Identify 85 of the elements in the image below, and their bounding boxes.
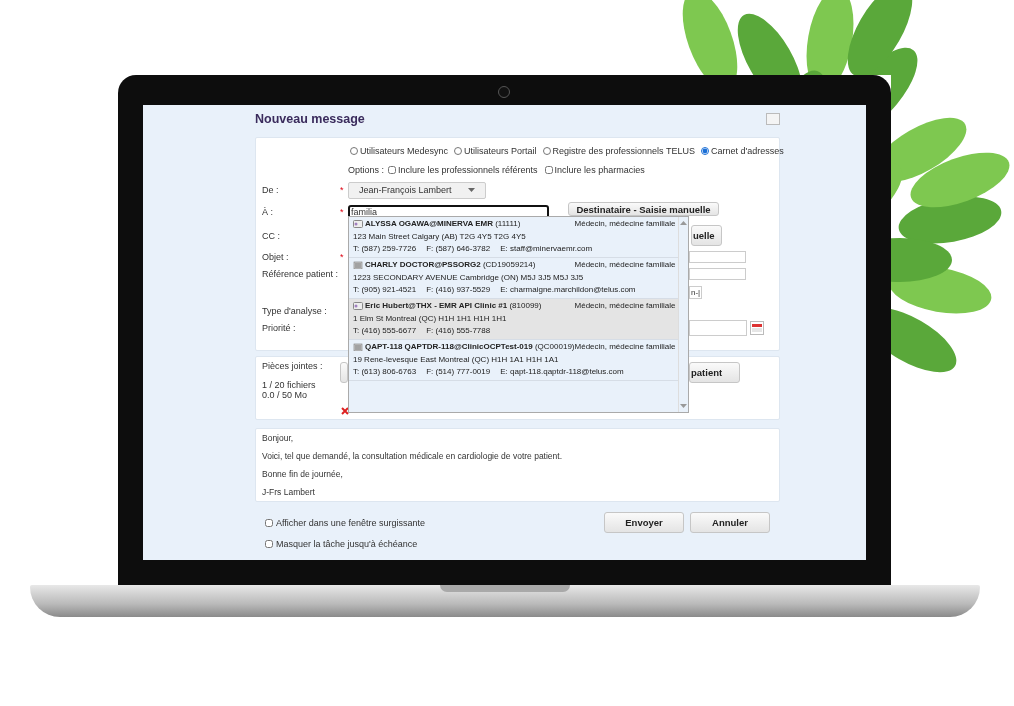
contact-address: 19 Rene-levesque East Montreal (QC) H1H 1A1 H1H 1A1 <box>353 353 560 366</box>
contact-name: QAPT-118 QAPTDR-118@ClinicOCPTest-019 (QC00019) <box>365 341 575 353</box>
checkbox-label: Masquer la tâche jusqu'à échéance <box>276 539 418 549</box>
manual-recipient-button[interactable]: Destinataire - Saisie manuelle <box>568 202 719 216</box>
message-line: Voici, tel que demandé, la consultation médicale en cardiologie de votre patient. <box>262 451 564 461</box>
checkbox-label: Inclure les professionnels référents <box>398 164 538 175</box>
radio-button[interactable] <box>454 147 463 155</box>
building-icon <box>353 261 363 270</box>
field-label: Priorité : <box>262 322 297 333</box>
checkbox[interactable] <box>544 165 553 174</box>
file-count: 1 / 20 fichiers <box>262 380 317 390</box>
contact-name: ALYSSA OGAWA@MINERVA EMR (11111) <box>365 218 521 230</box>
contact-phone: T: (905) 921-4521 <box>353 284 417 296</box>
suggestion-item[interactable]: Eric Hubert@THX - EMR API Clinic #1 (810099) Médecin, médecine familiale 1 Elm St Montreal (QC) H1H 1H1 H1H 1H1 T: (416) 555-6677 F: (416) 555-7788 <box>349 299 679 340</box>
caret-icon <box>468 188 475 192</box>
dropdown-field[interactable]: n-| <box>689 285 703 299</box>
contact-card-icon <box>353 220 363 229</box>
contact-address: 123 Main Street Calgary (AB) T2G 4Y5 T2G 4Y5 <box>353 230 527 243</box>
contact-address: 1223 SECONDARY AVENUE Cambridge (ON) M5J 3J5 M5J 3J5 <box>353 271 585 284</box>
contact-fax: F: (587) 646-3782 <box>426 243 491 255</box>
subject-field[interactable] <box>689 250 746 263</box>
patient-button[interactable]: patient <box>689 362 740 383</box>
date-field[interactable] <box>689 319 747 336</box>
attachments-label: Pièces jointes : <box>262 361 324 371</box>
suggestion-item[interactable]: QAPT-118 QAPTDR-118@ClinicOCPTest-019 (QC00019)Médecin, médecine familiale 19 Rene-levesque East Montreal (QC) H1H 1A1 H1H 1A1 T: (613) 806-6763 F: (514) 777-0019 E: qapt-118.qaptdr-118@telus.com <box>349 340 679 381</box>
radio-button[interactable] <box>700 147 709 155</box>
contact-specialty: Médecin, médecine familiale <box>574 300 676 312</box>
options-label: Options : <box>348 164 385 175</box>
contact-specialty: Médecin, médecine familiale <box>574 341 676 353</box>
contact-phone: T: (416) 555-6677 <box>353 325 417 337</box>
radio-label: Utilisateurs Portail <box>464 146 537 156</box>
field-label: À : <box>262 207 274 217</box>
contact-email: E: qapt-118.qaptdr-118@telus.com <box>500 366 624 378</box>
building-icon <box>353 343 363 352</box>
file-size: 0.0 / 50 Mo <box>262 390 309 400</box>
contact-name: Eric Hubert@THX - EMR API Clinic #1 (810099) <box>365 300 542 312</box>
field-label: Objet : <box>262 251 290 262</box>
contact-fax: F: (416) 555-7788 <box>426 325 491 337</box>
contact-phone: T: (587) 259-7726 <box>353 243 417 255</box>
camera-icon <box>498 86 510 98</box>
delete-icon[interactable] <box>341 407 349 415</box>
radio-button[interactable] <box>542 147 551 155</box>
radio-button[interactable] <box>350 147 358 155</box>
field-label: Type d'analyse : <box>262 305 328 316</box>
contact-phone: T: (613) 806-6763 <box>353 366 417 378</box>
patient-reference-field[interactable] <box>689 267 746 280</box>
sender-select[interactable]: Jean-François Lambert <box>348 181 486 199</box>
contact-fax: F: (514) 777-0019 <box>426 366 491 378</box>
contact-specialty: Médecin, médecine familiale <box>574 259 676 271</box>
action-button[interactable]: Envoyer <box>604 512 684 533</box>
required-mark: * <box>340 185 344 195</box>
contact-card-icon <box>353 302 363 311</box>
message-line: Bonjour, <box>262 433 295 443</box>
suggestion-item[interactable]: ALYSSA OGAWA@MINERVA EMR (11111) Médecin, médecine familiale 123 Main Street Calgary (AB) T2G 4Y5 T2G 4Y5 T: (587) 259-7726 F: (587) 646-3782 E: staff@minervaemr.com <box>349 217 679 258</box>
contact-fax: F: (416) 937-5529 <box>426 284 491 296</box>
attach-button[interactable] <box>340 362 348 383</box>
contact-specialty: Médecin, médecine familiale <box>574 218 676 230</box>
field-label: CC : <box>262 230 281 241</box>
checkbox[interactable] <box>265 540 273 548</box>
scroll-down-icon[interactable] <box>680 404 688 408</box>
checkbox-label: Afficher dans une fenêtre surgissante <box>276 518 425 528</box>
checkbox[interactable] <box>388 165 397 174</box>
calendar-icon[interactable] <box>750 320 764 335</box>
radio-label: Carnet d'adresses <box>710 146 784 156</box>
radio-label: Registre des professionnels TELUS <box>552 146 695 156</box>
contact-email: E: staff@minervaemr.com <box>500 243 593 255</box>
message-body[interactable]: Bonjour, Voici, tel que demandé, la consultation médicale en cardiologie de votre patient. Bonne fin de journée, J-Frs Lambert <box>255 428 780 502</box>
field-label: De : <box>262 185 280 195</box>
dialog-title: Nouveau message <box>255 112 365 126</box>
contact-email: E: charmaigne.marchildon@telus.com <box>500 284 636 296</box>
message-line: J-Frs Lambert <box>262 487 316 497</box>
required-mark: * <box>340 251 344 262</box>
checkbox-label: Inclure les pharmacies <box>554 164 645 175</box>
manual-cc-button[interactable]: uelle <box>691 225 722 246</box>
required-mark: * <box>340 207 344 217</box>
scrollbar[interactable] <box>678 217 688 412</box>
radio-label: Utilisateurs Medesync <box>360 146 449 156</box>
message-line: Bonne fin de journée, <box>262 469 344 479</box>
scroll-up-icon[interactable] <box>680 221 688 225</box>
contact-name: CHARLY DOCTOR@PSSORG2 (CD19059214) <box>365 259 536 271</box>
contact-address: 1 Elm St Montreal (QC) H1H 1H1 H1H 1H1 <box>353 312 508 325</box>
action-button[interactable]: Annuler <box>690 512 770 533</box>
checkbox[interactable] <box>265 519 273 527</box>
field-label: Référence patient : <box>262 268 340 279</box>
close-button[interactable] <box>766 113 780 125</box>
